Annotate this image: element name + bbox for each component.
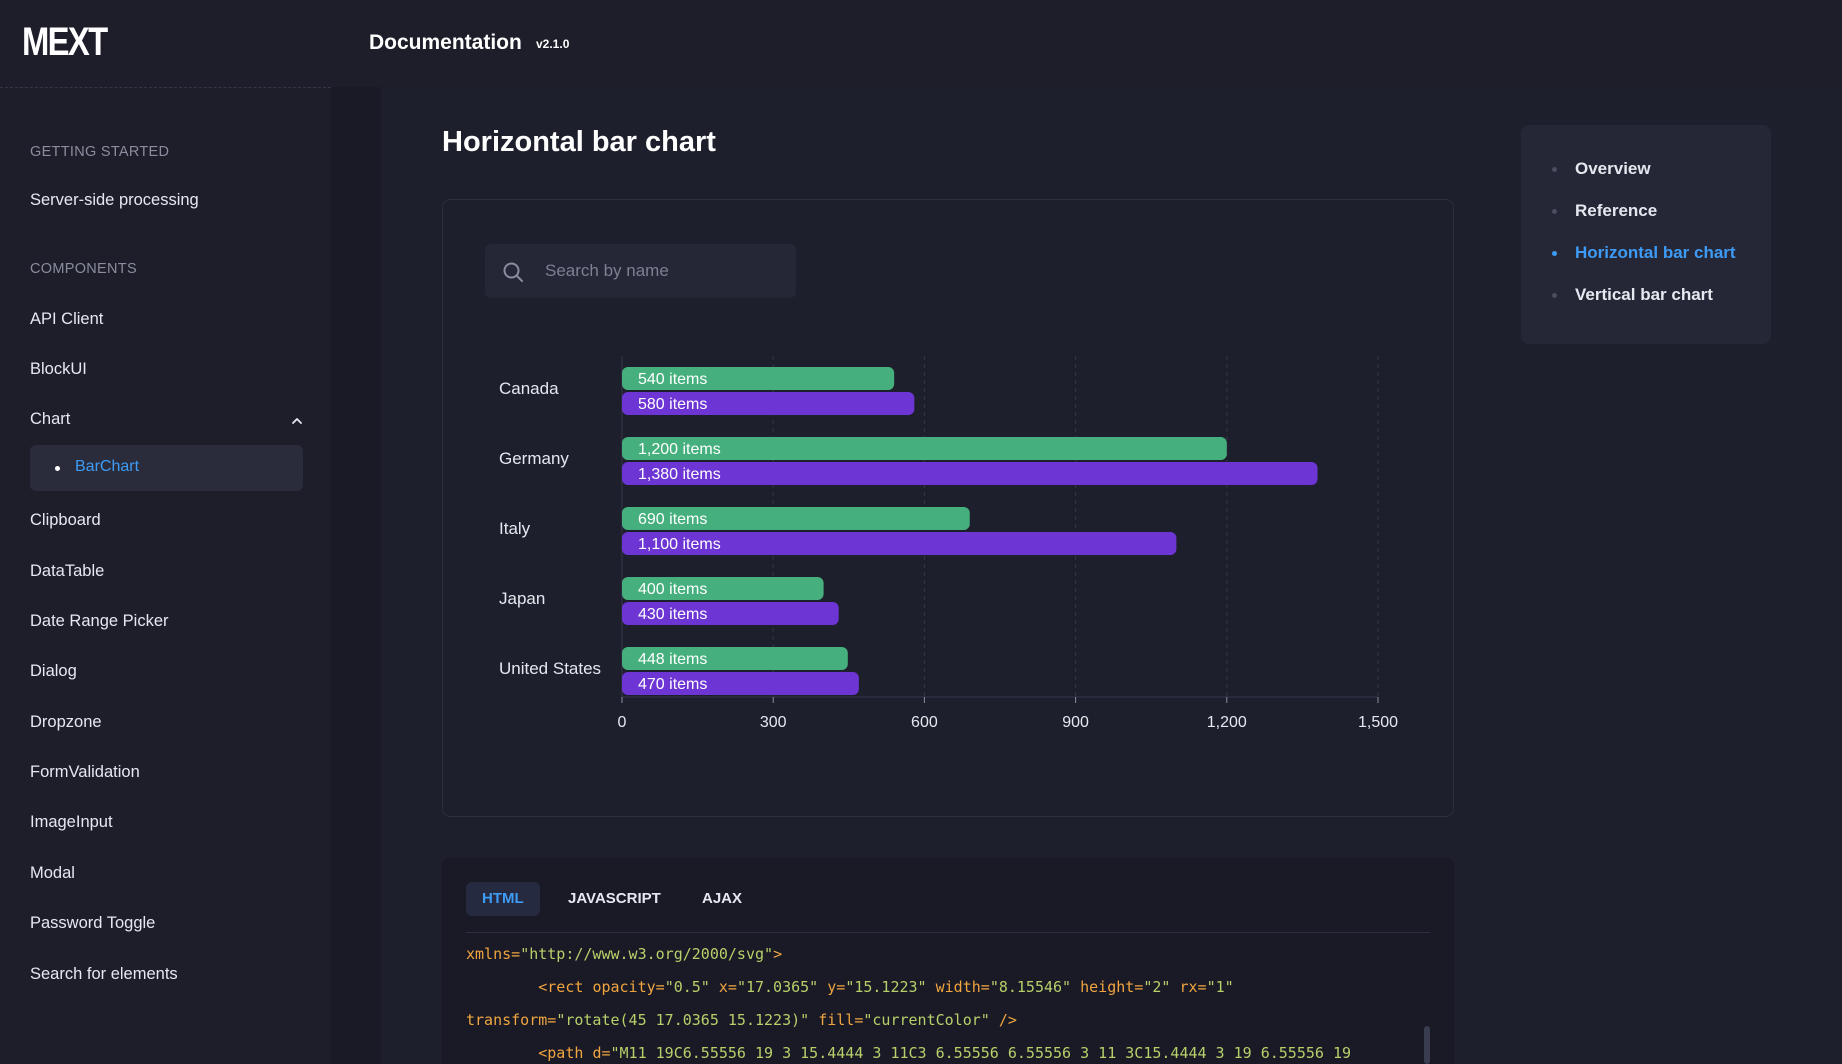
toc-bullet xyxy=(1552,167,1557,172)
code-scrollbar[interactable] xyxy=(1424,1026,1430,1064)
code-token: <rect xyxy=(538,978,593,996)
code-token: d= xyxy=(592,1044,611,1062)
x-tick-label: 0 xyxy=(618,714,627,731)
tab-ajax[interactable]: AJAX xyxy=(686,882,758,916)
bar[interactable] xyxy=(622,462,1318,485)
search-input[interactable] xyxy=(545,258,785,284)
toc-item-horizontal-bar-chart[interactable]: Horizontal bar chart xyxy=(1575,243,1736,263)
category-label: Italy xyxy=(499,519,531,538)
sidebar-heading-components: COMPONENTS xyxy=(30,261,137,277)
bar-value-label: 470 items xyxy=(638,676,707,693)
documentation-title: Documentation xyxy=(369,31,522,54)
category-label: Germany xyxy=(499,449,569,468)
bar-value-label: 690 items xyxy=(638,511,707,528)
code-token: "http://www.w3.org/2000/svg" xyxy=(520,945,774,963)
sidebar-item-password-toggle[interactable]: Password Toggle xyxy=(30,914,155,933)
x-tick-label: 900 xyxy=(1062,714,1089,731)
code-token: transform= xyxy=(466,1011,557,1029)
toc-bullet-active xyxy=(1552,251,1557,256)
x-tick-label: 300 xyxy=(760,714,787,731)
bar-value-label: 1,100 items xyxy=(638,536,721,553)
code-token: "15.1223" xyxy=(845,978,936,996)
toc-bullet xyxy=(1552,293,1557,298)
code-token: fill= xyxy=(818,1011,864,1029)
toc-item-vertical-bar-chart[interactable]: Vertical bar chart xyxy=(1575,285,1713,305)
code-token: "currentColor" xyxy=(863,1011,999,1029)
sidebar-item-search-for-elements[interactable]: Search for elements xyxy=(30,965,178,984)
sidebar-item-chart[interactable]: Chart xyxy=(30,410,70,429)
code-token: width= xyxy=(935,978,990,996)
code-token: xmlns= xyxy=(466,945,521,963)
category-label: Canada xyxy=(499,379,559,398)
bullet-dot xyxy=(55,466,60,471)
search-icon xyxy=(503,262,523,282)
x-tick-label: 1,200 xyxy=(1207,714,1247,731)
sidebar-item-dialog[interactable]: Dialog xyxy=(30,662,77,681)
search-box[interactable] xyxy=(485,244,796,298)
code-token: "17.0365" xyxy=(736,978,828,996)
code-token: > xyxy=(773,945,783,963)
version-badge: v2.1.0 xyxy=(536,37,570,51)
category-label: Japan xyxy=(499,589,545,608)
chevron-up-icon[interactable] xyxy=(290,414,304,428)
code-token: opacity= xyxy=(592,978,665,996)
x-tick-label: 1,500 xyxy=(1358,714,1398,731)
toc-item-reference[interactable]: Reference xyxy=(1575,201,1657,221)
sidebar-item-blockui[interactable]: BlockUI xyxy=(30,360,87,379)
bar-value-label: 400 items xyxy=(638,581,707,598)
sidebar-item-datatable[interactable]: DataTable xyxy=(30,562,104,581)
code-token: "2" xyxy=(1143,978,1180,996)
code-token: "M11 19C6.55556 19 3 15.4444 3 11C3 6.55… xyxy=(610,1044,1352,1062)
code-token: "8.15546" xyxy=(989,978,1081,996)
code-token: "1" xyxy=(1206,978,1234,996)
x-tick-label: 600 xyxy=(911,714,938,731)
tab-html[interactable]: HTML xyxy=(466,882,540,916)
code-token: rx= xyxy=(1179,978,1207,996)
bar-value-label: 580 items xyxy=(638,396,707,413)
bar-value-label: 1,380 items xyxy=(638,466,721,483)
code-line: <path d="M11 19C6.55556 19 3 15.4444 3 1… xyxy=(466,1037,1430,1064)
sidebar-item-modal[interactable]: Modal xyxy=(30,864,75,883)
toc-bullet xyxy=(1552,209,1557,214)
code-token: <path xyxy=(538,1044,593,1062)
gutter xyxy=(331,87,381,1064)
sidebar-item-dropzone[interactable]: Dropzone xyxy=(30,713,102,732)
sidebar-item-imageinput[interactable]: ImageInput xyxy=(30,813,113,832)
bar-value-label: 1,200 items xyxy=(638,441,721,458)
code-token: x= xyxy=(718,978,737,996)
bar-chart: Canada 540 items 580 items Germany 1,200 ite… xyxy=(499,356,1398,731)
bar-value-label: 540 items xyxy=(638,371,707,388)
toc-item-overview[interactable]: Overview xyxy=(1575,159,1651,179)
code-token: y= xyxy=(827,978,846,996)
code-line: xmlns="http://www.w3.org/2000/svg"> xyxy=(466,938,1430,971)
sidebar-item-api-client[interactable]: API Client xyxy=(30,310,103,329)
code-line: transform="rotate(45 17.0365 15.1223)" f… xyxy=(466,1004,1430,1037)
top-bar: MEXT Documentation v2.1.0 xyxy=(0,0,1842,87)
logo[interactable]: MEXT xyxy=(22,20,108,65)
sidebar-item-formvalidation[interactable]: FormValidation xyxy=(30,763,140,782)
tab-javascript[interactable]: JAVASCRIPT xyxy=(552,882,677,916)
sidebar-item-date-range-picker[interactable]: Date Range Picker xyxy=(30,612,169,631)
tabs-divider xyxy=(466,932,1430,933)
code-line: <rect opacity="0.5" x="17.0365" y="15.12… xyxy=(466,971,1430,1004)
category-label: United States xyxy=(499,659,601,678)
sidebar-subitem-label: BarChart xyxy=(75,458,140,475)
sidebar-item-server-side-processing[interactable]: Server-side processing xyxy=(30,191,199,210)
sidebar-subitem-barchart[interactable]: BarChart xyxy=(30,445,303,491)
code-block[interactable]: xmlns="http://www.w3.org/2000/svg"> <rec… xyxy=(466,938,1430,1064)
bar-value-label: 430 items xyxy=(638,606,707,623)
bar-value-label: 448 items xyxy=(638,651,707,668)
code-token: height= xyxy=(1080,978,1144,996)
code-card: HTML JAVASCRIPT AJAX xmlns="http://www.w… xyxy=(442,858,1454,1064)
sidebar-heading-getting-started: GETTING STARTED xyxy=(30,144,170,160)
code-token: /> xyxy=(998,1011,1017,1029)
table-of-contents: Overview Reference Horizontal bar chart … xyxy=(1521,125,1771,344)
page-title: Horizontal bar chart xyxy=(442,126,716,158)
sidebar-item-clipboard[interactable]: Clipboard xyxy=(30,511,101,530)
code-token: "rotate(45 17.0365 15.1223)" xyxy=(556,1011,819,1029)
code-token: "0.5" xyxy=(664,978,719,996)
